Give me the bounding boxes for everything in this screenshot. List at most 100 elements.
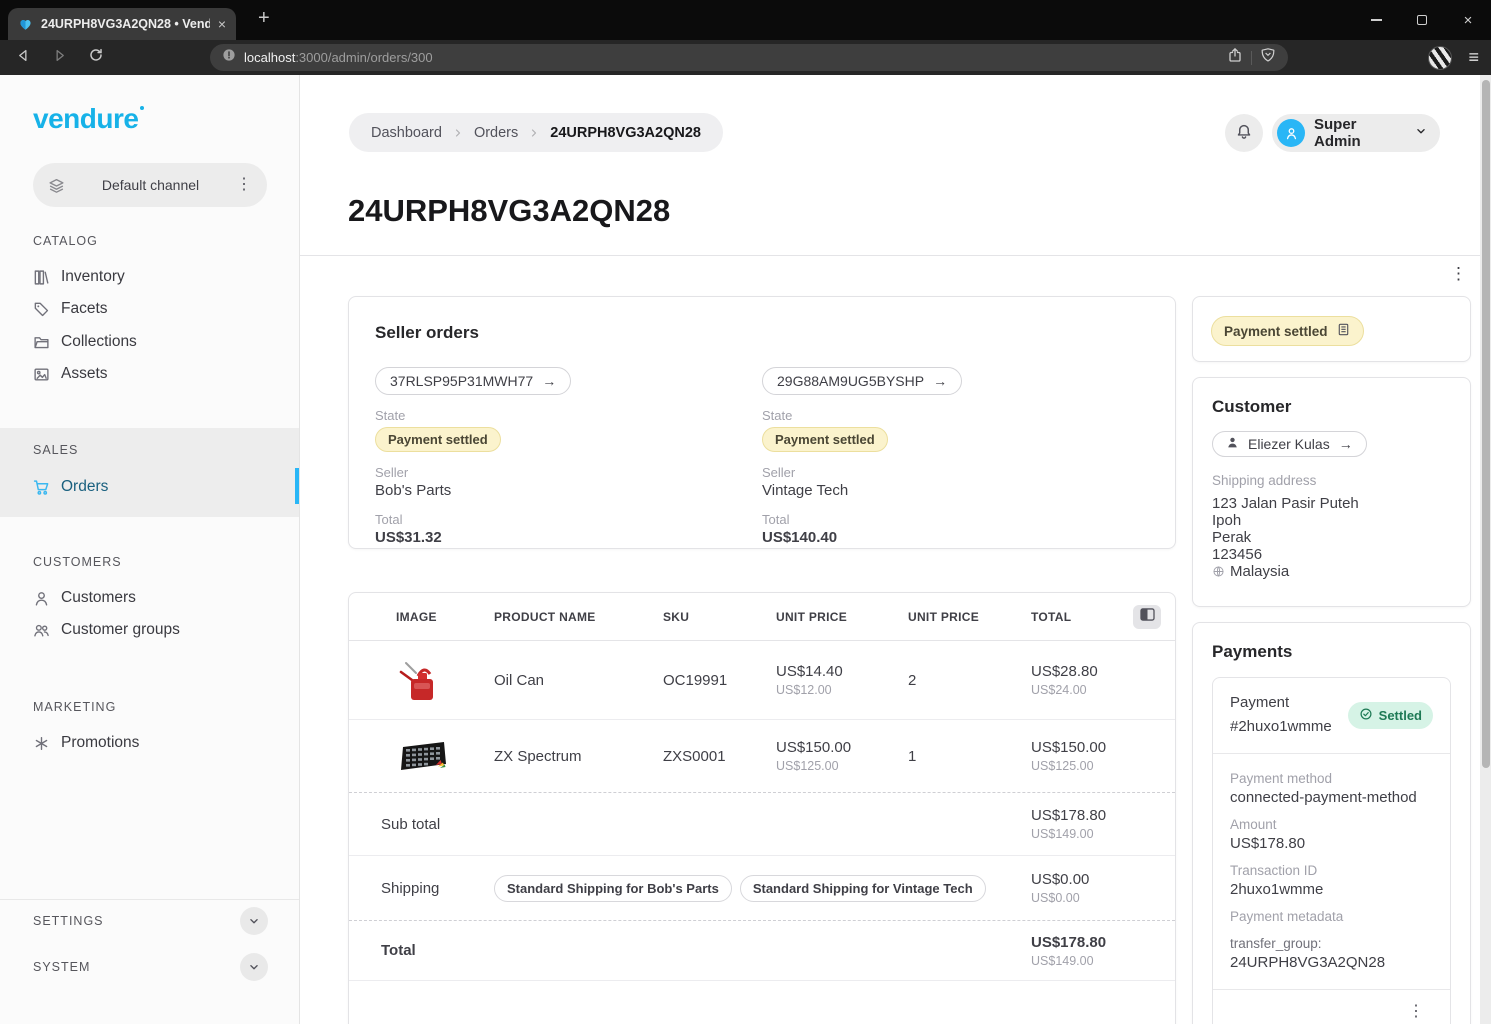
state-chip: Payment settled: [762, 427, 888, 452]
table-header-row: IMAGE PRODUCT NAME SKU UNIT PRICE UNIT P…: [349, 593, 1175, 641]
sidebar-item-promotions[interactable]: Promotions: [0, 727, 299, 759]
seller-order-link[interactable]: 37RLSP95P31MWH77→: [375, 367, 571, 395]
system-expand-button[interactable]: [240, 953, 268, 981]
customer-title: Customer: [1212, 397, 1451, 417]
share-icon[interactable]: [1227, 47, 1243, 68]
inventory-icon: [33, 269, 50, 286]
payment-actions-menu-icon[interactable]: ⋮: [1408, 1004, 1424, 1020]
payment-method-label: Payment method: [1230, 771, 1433, 786]
total-cell: US$150.00US$125.00: [1031, 739, 1151, 773]
user-name: Super Admin: [1314, 116, 1405, 150]
sidebar-item-assets[interactable]: Assets: [0, 358, 299, 390]
scrollbar-thumb[interactable]: [1482, 80, 1490, 768]
breadcrumb-dashboard[interactable]: Dashboard: [371, 125, 442, 141]
user-icon: [33, 590, 50, 607]
breadcrumb-orders[interactable]: Orders: [474, 125, 518, 141]
payment-id: #2huxo1wmme: [1230, 715, 1332, 739]
state-label: State: [762, 408, 1149, 423]
section-heading-settings: SETTINGS: [33, 914, 104, 928]
seller-label: Seller: [375, 465, 762, 480]
bell-icon: [1235, 122, 1253, 145]
sidebar-item-orders[interactable]: Orders: [0, 471, 299, 503]
order-state-chip[interactable]: Payment settled: [1211, 316, 1364, 346]
window-close-button[interactable]: ×: [1445, 0, 1491, 40]
order-lines-card: IMAGE PRODUCT NAME SKU UNIT PRICE UNIT P…: [348, 592, 1176, 1024]
total-label: Total: [375, 512, 762, 527]
metadata-value: 24URPH8VG3A2QN28: [1230, 954, 1433, 971]
sidebar-item-collections[interactable]: Collections: [0, 326, 299, 358]
sidebar: vendure Default channel ⋮ CATALOG Invent…: [0, 75, 300, 1024]
folder-icon: [33, 334, 50, 351]
window-maximize-button[interactable]: [1399, 0, 1445, 40]
section-heading-customers: CUSTOMERS: [33, 555, 122, 569]
url-bar[interactable]: localhost:3000/admin/orders/300: [210, 44, 1288, 71]
main-content: Dashboard Orders 24URPH8VG3A2QN28 Super …: [300, 75, 1491, 1024]
state-chip: Payment settled: [375, 427, 501, 452]
sidebar-item-customers[interactable]: Customers: [0, 582, 299, 614]
column-header-sku: SKU: [663, 610, 776, 624]
transaction-id: 2huxo1wmme: [1230, 881, 1433, 898]
shipping-method-chip[interactable]: Standard Shipping for Bob's Parts: [494, 875, 732, 902]
seller-order-link[interactable]: 29G88AM9UG5BYSHP→: [762, 367, 962, 395]
settings-expand-button[interactable]: [240, 907, 268, 935]
notifications-button[interactable]: [1225, 114, 1263, 152]
person-icon: [1226, 436, 1239, 452]
breadcrumb: Dashboard Orders 24URPH8VG3A2QN28: [349, 113, 723, 152]
quantity-cell: 2: [908, 672, 1031, 689]
layers-icon: [48, 177, 65, 194]
payments-title: Payments: [1212, 642, 1451, 662]
total-label: Total: [381, 942, 1031, 959]
reload-button[interactable]: [88, 47, 104, 68]
sub-total-value: US$178.80US$149.00: [1031, 807, 1151, 841]
unit-price-cell: US$14.40US$12.00: [776, 663, 908, 697]
product-name: Oil Can: [494, 672, 663, 689]
browser-tab[interactable]: 24URPH8VG3A2QN28 • Vendure ×: [8, 8, 236, 40]
sidebar-item-facets[interactable]: Facets: [0, 293, 299, 325]
channel-selector[interactable]: Default channel ⋮: [33, 163, 267, 207]
header-divider: [300, 255, 1491, 256]
transaction-id-label: Transaction ID: [1230, 863, 1433, 878]
sales-active-group: SALES Orders: [0, 428, 299, 517]
breadcrumb-current: 24URPH8VG3A2QN28: [550, 125, 701, 141]
total-label: Total: [762, 512, 1149, 527]
forward-button[interactable]: [52, 48, 67, 68]
browser-menu-icon[interactable]: ≡: [1468, 47, 1479, 68]
cart-icon: [33, 479, 50, 496]
tag-icon: [33, 301, 50, 318]
section-heading-marketing: MARKETING: [33, 700, 116, 714]
check-circle-icon: [1359, 707, 1373, 724]
customer-link[interactable]: Eliezer Kulas →: [1212, 431, 1367, 457]
channel-menu-icon[interactable]: ⋮: [236, 177, 252, 193]
window-minimize-button[interactable]: [1353, 0, 1399, 40]
browser-chrome: 24URPH8VG3A2QN28 • Vendure × + × localho…: [0, 0, 1491, 75]
site-info-icon[interactable]: [222, 48, 236, 67]
tab-strip: 24URPH8VG3A2QN28 • Vendure × + ×: [0, 0, 1491, 40]
shipping-method-chip[interactable]: Standard Shipping for Vintage Tech: [740, 875, 986, 902]
product-image-zx-spectrum: [396, 729, 450, 783]
metadata-key: transfer_group:: [1230, 936, 1433, 951]
customer-card: Customer Eliezer Kulas → Shipping addres…: [1192, 377, 1471, 607]
payments-card: Payments Payment #2huxo1wmme Settled Pay…: [1192, 622, 1471, 1024]
section-heading-system: SYSTEM: [33, 960, 90, 974]
brave-shield-icon[interactable]: [1260, 47, 1276, 68]
column-settings-button[interactable]: [1133, 605, 1161, 629]
sidebar-item-customer-groups[interactable]: Customer groups: [0, 614, 299, 646]
arrow-right-icon: →: [933, 373, 947, 389]
new-tab-button[interactable]: +: [258, 7, 270, 30]
section-heading-catalog: CATALOG: [33, 234, 98, 248]
browser-profile-avatar[interactable]: [1428, 46, 1452, 70]
amount-label: Amount: [1230, 817, 1433, 832]
arrow-right-icon: →: [542, 373, 556, 389]
product-sku: ZXS0001: [663, 748, 776, 765]
order-state-card: Payment settled: [1192, 296, 1471, 362]
user-avatar: [1277, 119, 1305, 147]
page-actions-menu-icon[interactable]: ⋮: [1450, 265, 1467, 282]
chevron-down-icon: [1414, 124, 1428, 143]
total-cell: US$28.80US$24.00: [1031, 663, 1151, 697]
back-button[interactable]: [16, 48, 31, 68]
column-header-image: IMAGE: [396, 610, 494, 624]
user-menu[interactable]: Super Admin: [1272, 114, 1440, 152]
tab-close-icon[interactable]: ×: [218, 17, 226, 31]
sidebar-item-inventory[interactable]: Inventory: [0, 261, 299, 293]
columns-icon: [1140, 608, 1155, 626]
